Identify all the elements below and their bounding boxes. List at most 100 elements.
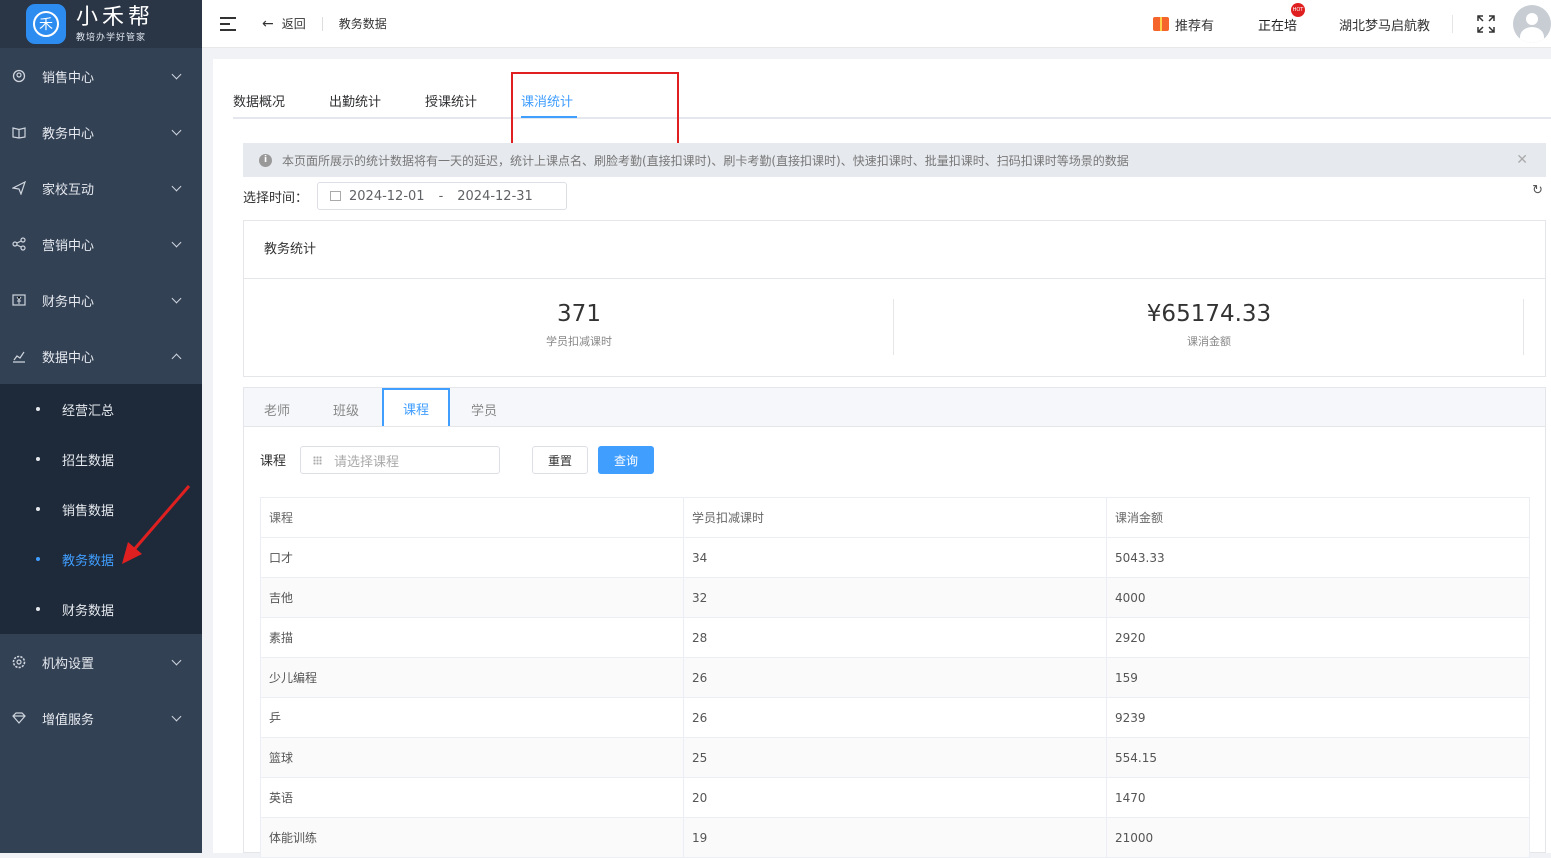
- table-row: 口才 34 5043.33: [260, 537, 1530, 578]
- table-header[interactable]: 课消金额: [1106, 497, 1530, 538]
- subtab-teacher[interactable]: 老师: [264, 400, 290, 419]
- sidebar-item-home-school[interactable]: 家校互动: [0, 160, 202, 216]
- sidebar-subitem-enrollment[interactable]: 招生数据: [0, 434, 202, 484]
- chevron-down-icon: [171, 655, 182, 666]
- logo[interactable]: 禾 小禾帮 教培办学好管家: [0, 0, 202, 48]
- course-select-placeholder: 请选择课程: [334, 454, 400, 470]
- reset-button[interactable]: 重置: [532, 446, 588, 474]
- arrow-left-icon: ←: [262, 15, 274, 32]
- table-row: 篮球 25 554.15: [260, 737, 1530, 778]
- tab-bar: 数据概况 出勤统计 授课统计 课消统计: [233, 59, 1551, 145]
- date-end: 2024-12-31: [457, 188, 533, 204]
- date-start: 2024-12-01: [349, 188, 425, 204]
- sidebar-item-data[interactable]: 数据中心: [0, 328, 202, 384]
- sidebar-item-label: 机构设置: [42, 656, 95, 672]
- calendar-icon: [330, 191, 341, 201]
- org-name[interactable]: 湖北梦马启航教: [1339, 15, 1430, 34]
- avatar[interactable]: [1513, 5, 1551, 43]
- table-header[interactable]: 课程: [260, 497, 684, 538]
- course-select[interactable]: 请选择课程: [300, 446, 500, 474]
- table-row: 英语 20 1470: [260, 777, 1530, 818]
- course-filter-label: 课程: [260, 454, 287, 469]
- send-icon: [12, 181, 26, 195]
- stat-amount-label: 课消金额: [1187, 335, 1231, 348]
- subtab-class[interactable]: 班级: [333, 400, 359, 419]
- logo-icon: 禾: [26, 4, 66, 44]
- sales-icon: [12, 69, 26, 83]
- notice-bar: i 本页面所展示的统计数据将有一天的延迟，统计上课点名、刷脸考勤(直接扣课时)、…: [243, 143, 1546, 177]
- chevron-down-icon: [171, 711, 182, 722]
- stat-hours: 371 学员扣减课时: [259, 301, 899, 349]
- finance-icon: [12, 293, 26, 307]
- fullscreen-icon[interactable]: [1477, 15, 1495, 33]
- table-row: 少儿编程 26 159: [260, 657, 1530, 698]
- sidebar-item-label: 增值服务: [42, 712, 95, 728]
- hiring-button[interactable]: 正在培 HOT: [1258, 2, 1305, 34]
- info-icon: i: [259, 153, 272, 167]
- stat-hours-label: 学员扣减课时: [546, 335, 612, 348]
- detail-panel: 老师 班级 课程 学员 课程 请选择课程 重置 查询 课程 学员扣减课时 课消金…: [243, 387, 1546, 858]
- course-table: 课程 学员扣减课时 课消金额 口才 34 5043.33 吉他 32 4000 素描 28…: [260, 497, 1530, 858]
- sidebar-item-label: 数据中心: [42, 350, 95, 366]
- sidebar-item-label: 财务中心: [42, 294, 95, 310]
- book-icon: [12, 125, 26, 139]
- hot-badge: HOT: [1290, 2, 1305, 17]
- share-icon: [12, 237, 26, 251]
- top-header: ← 返回 教务数据 推荐有 正在培 HOT 湖北梦马启航教: [202, 0, 1551, 48]
- grid-icon: [313, 455, 322, 465]
- sidebar-item-finance[interactable]: 财务中心: [0, 272, 202, 328]
- sidebar-item-value-added[interactable]: 增值服务: [0, 690, 202, 746]
- tab-teaching[interactable]: 授课统计: [425, 91, 477, 110]
- menu-toggle-icon[interactable]: [220, 16, 236, 31]
- breadcrumb: 教务数据: [338, 17, 387, 31]
- sidebar-item-label: 家校互动: [42, 182, 95, 198]
- sidebar-item-label: 教务中心: [42, 126, 95, 142]
- sidebar-subitem-finance-data[interactable]: 财务数据: [0, 584, 202, 634]
- query-button[interactable]: 查询: [598, 446, 654, 474]
- gift-icon: [1152, 17, 1169, 31]
- notice-text: 本页面所展示的统计数据将有一天的延迟，统计上课点名、刷脸考勤(直接扣课时)、刷卡…: [282, 153, 1129, 168]
- date-range-picker[interactable]: 2024-12-01 - 2024-12-31: [317, 182, 567, 210]
- refresh-icon[interactable]: ↻: [1532, 183, 1543, 198]
- sidebar-item-academic[interactable]: 教务中心: [0, 104, 202, 160]
- chevron-down-icon: [171, 69, 182, 80]
- sidebar-subitem-overview[interactable]: 经营汇总: [0, 384, 202, 434]
- sidebar-item-label: 营销中心: [42, 238, 95, 254]
- sub-tab-bar: 老师 班级 课程 学员: [244, 388, 1545, 427]
- chevron-down-icon: [171, 181, 182, 192]
- close-icon[interactable]: ✕: [1516, 152, 1528, 168]
- sidebar-item-sales[interactable]: 销售中心: [0, 48, 202, 104]
- brand-slogan: 教培办学好管家: [76, 32, 147, 43]
- recommend-button[interactable]: 推荐有: [1152, 15, 1214, 34]
- sidebar: 禾 小禾帮 教培办学好管家 销售中心 教务中心 家校互动 营销中心 财务中心 数…: [0, 0, 202, 853]
- back-button[interactable]: ← 返回: [262, 15, 306, 32]
- gear-icon: [12, 655, 26, 669]
- tab-overview[interactable]: 数据概况: [233, 91, 285, 110]
- table-row: 体能训练 19 21000: [260, 817, 1530, 858]
- stat-hours-value: 371: [557, 301, 601, 327]
- table-row: 素描 28 2920: [260, 617, 1530, 658]
- sidebar-item-label: 销售中心: [42, 70, 95, 86]
- chevron-down-icon: [171, 293, 182, 304]
- sidebar-item-settings[interactable]: 机构设置: [0, 634, 202, 690]
- table-row: 吉他 32 4000: [260, 577, 1530, 618]
- stat-amount-value: ¥65174.33: [1146, 301, 1272, 327]
- chevron-down-icon: [171, 237, 182, 248]
- chevron-down-icon: [171, 125, 182, 136]
- table-header[interactable]: 学员扣减课时: [683, 497, 1107, 538]
- subtab-course[interactable]: 课程: [382, 388, 450, 426]
- annotation-arrow: [122, 485, 191, 564]
- brand-name: 小禾帮: [76, 4, 155, 30]
- sidebar-item-marketing[interactable]: 营销中心: [0, 216, 202, 272]
- stats-title: 教务统计: [244, 221, 1545, 279]
- subtab-student[interactable]: 学员: [471, 400, 497, 419]
- table-row: 乒 26 9239: [260, 697, 1530, 738]
- stat-amount: ¥65174.33 课消金额: [889, 301, 1529, 349]
- stats-card: 教务统计 371 学员扣减课时 ¥65174.33 课消金额: [243, 220, 1546, 377]
- chart-icon: [12, 349, 26, 363]
- tab-attendance[interactable]: 出勤统计: [329, 91, 381, 110]
- highlight-box: [511, 72, 679, 145]
- date-separator: -: [438, 188, 444, 204]
- main-panel: 数据概况 出勤统计 授课统计 课消统计 i 本页面所展示的统计数据将有一天的延迟…: [213, 59, 1551, 858]
- chevron-up-icon: [171, 353, 182, 364]
